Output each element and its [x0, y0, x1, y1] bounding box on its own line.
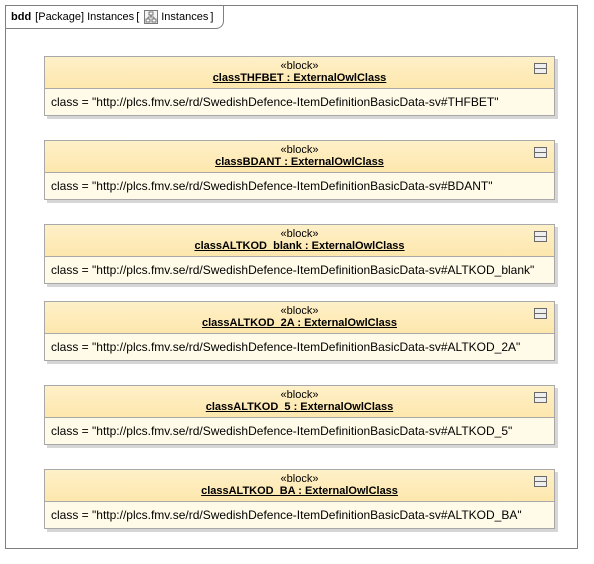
compartment-toggle-icon[interactable]	[534, 392, 547, 403]
block-name: classTHFBET : ExternalOwlClass	[212, 72, 387, 84]
block-classALTKOD_BA[interactable]: «block» classALTKOD_BA : ExternalOwlClas…	[44, 469, 555, 529]
block-stereotype: «block»	[280, 144, 319, 156]
block-header: «block» classBDANT : ExternalOwlClass	[45, 141, 554, 173]
compartment-toggle-icon[interactable]	[534, 231, 547, 242]
diagram-name: Instances	[87, 11, 135, 23]
bdd-diagram-icon	[144, 10, 159, 24]
block-slot: class = "http://plcs.fmv.se/rd/SwedishDe…	[51, 179, 493, 193]
block-name: classALTKOD_BA : ExternalOwlClass	[201, 485, 398, 497]
frame-header-tab: bdd [Package] Instances [ Instances ]	[6, 6, 225, 29]
block-name: classALTKOD_2A : ExternalOwlClass	[201, 317, 397, 329]
block-classALTKOD_blank[interactable]: «block» classALTKOD_blank : ExternalOwlC…	[44, 224, 555, 284]
block-stereotype: «block»	[280, 305, 319, 317]
block-name: classALTKOD_5 : ExternalOwlClass	[205, 401, 394, 413]
block-name: classBDANT : ExternalOwlClass	[215, 156, 384, 168]
block-classALTKOD_2A[interactable]: «block» classALTKOD_2A : ExternalOwlClas…	[44, 301, 555, 361]
block-slot: class = "http://plcs.fmv.se/rd/SwedishDe…	[51, 263, 535, 277]
block-header: «block» classALTKOD_5 : ExternalOwlClass	[45, 386, 554, 418]
block-slot: class = "http://plcs.fmv.se/rd/SwedishDe…	[51, 95, 499, 109]
block-header: «block» classTHFBET : ExternalOwlClass	[45, 57, 554, 89]
compartment-toggle-icon[interactable]	[534, 147, 547, 158]
block-stereotype: «block»	[280, 228, 319, 240]
compartment-toggle-icon[interactable]	[534, 308, 547, 319]
block-header: «block» classALTKOD_BA : ExternalOwlClas…	[45, 470, 554, 502]
open-bracket: [	[136, 11, 140, 23]
block-classALTKOD_5[interactable]: «block» classALTKOD_5 : ExternalOwlClass…	[44, 385, 555, 445]
block-header: «block» classALTKOD_blank : ExternalOwlC…	[45, 225, 554, 257]
block-slot: class = "http://plcs.fmv.se/rd/SwedishDe…	[51, 508, 522, 522]
block-slot: class = "http://plcs.fmv.se/rd/SwedishDe…	[51, 340, 521, 354]
compartment-toggle-icon[interactable]	[534, 63, 547, 74]
block-slot: class = "http://plcs.fmv.se/rd/SwedishDe…	[51, 424, 513, 438]
package-label: [Package]	[35, 11, 85, 23]
diagram-link-label[interactable]: Instances	[161, 11, 208, 23]
block-classBDANT[interactable]: «block» classBDANT : ExternalOwlClass cl…	[44, 140, 555, 200]
block-stereotype: «block»	[280, 473, 319, 485]
block-stereotype: «block»	[280, 389, 319, 401]
close-bracket: ]	[210, 11, 214, 23]
block-stereotype: «block»	[280, 60, 319, 72]
block-header: «block» classALTKOD_2A : ExternalOwlClas…	[45, 302, 554, 334]
diagram-kind: bdd	[11, 11, 32, 23]
block-name: classALTKOD_blank : ExternalOwlClass	[194, 240, 405, 252]
compartment-toggle-icon[interactable]	[534, 476, 547, 487]
block-classTHFBET[interactable]: «block» classTHFBET : ExternalOwlClass c…	[44, 56, 555, 116]
